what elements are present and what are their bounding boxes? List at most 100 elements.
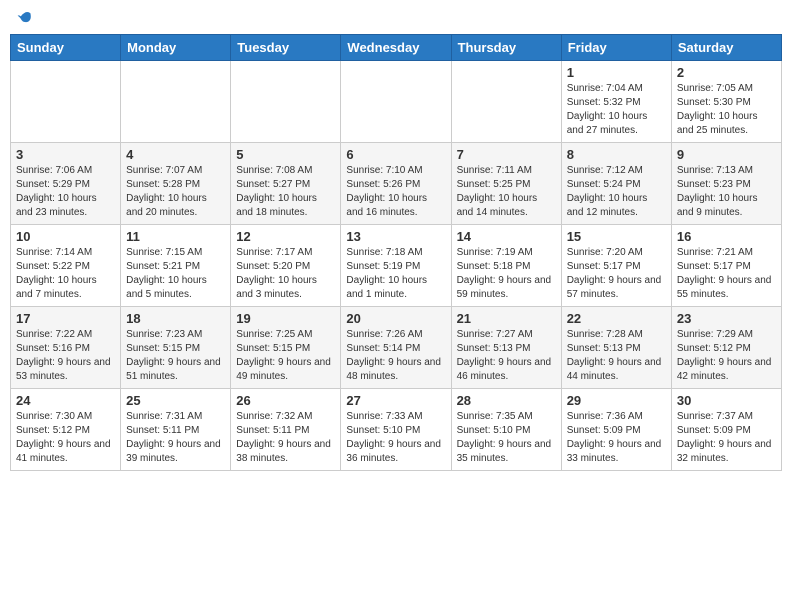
day-number: 18 xyxy=(126,311,225,326)
calendar-cell: 2 Sunrise: 7:05 AM Sunset: 5:30 PM Daylig… xyxy=(671,61,781,143)
day-number: 30 xyxy=(677,393,776,408)
day-info: Sunrise: 7:27 AM Sunset: 5:13 PM Dayligh… xyxy=(457,328,556,384)
day-info: Sunrise: 7:18 AM Sunset: 5:19 PM Dayligh… xyxy=(346,246,445,302)
day-number: 3 xyxy=(16,147,115,162)
day-number: 20 xyxy=(346,311,445,326)
day-info: Sunrise: 7:32 AM Sunset: 5:11 PM Dayligh… xyxy=(236,410,335,466)
day-info: Sunrise: 7:35 AM Sunset: 5:10 PM Dayligh… xyxy=(457,410,556,466)
day-header-saturday: Saturday xyxy=(671,35,781,61)
calendar-cell: 9 Sunrise: 7:13 AM Sunset: 5:23 PM Daylig… xyxy=(671,143,781,225)
day-number: 9 xyxy=(677,147,776,162)
day-number: 8 xyxy=(567,147,666,162)
day-info: Sunrise: 7:36 AM Sunset: 5:09 PM Dayligh… xyxy=(567,410,666,466)
day-info: Sunrise: 7:25 AM Sunset: 5:15 PM Dayligh… xyxy=(236,328,335,384)
day-number: 14 xyxy=(457,229,556,244)
day-info: Sunrise: 7:15 AM Sunset: 5:21 PM Dayligh… xyxy=(126,246,225,302)
calendar-cell: 30 Sunrise: 7:37 AM Sunset: 5:09 PM Dayli… xyxy=(671,389,781,471)
calendar-cell: 19 Sunrise: 7:25 AM Sunset: 5:15 PM Dayli… xyxy=(231,307,341,389)
calendar-cell: 14Sunrise: 7:19 AM Sunset: 5:18 PM Dayli… xyxy=(451,225,561,307)
calendar-cell: 25 Sunrise: 7:31 AM Sunset: 5:11 PM Dayli… xyxy=(121,389,231,471)
calendar-cell: 1 Sunrise: 7:04 AM Sunset: 5:32 PM Daylig… xyxy=(561,61,671,143)
day-info: Sunrise: 7:07 AM Sunset: 5:28 PM Dayligh… xyxy=(126,164,225,220)
day-header-sunday: Sunday xyxy=(11,35,121,61)
day-number: 15 xyxy=(567,229,666,244)
day-info: Sunrise: 7:23 AM Sunset: 5:15 PM Dayligh… xyxy=(126,328,225,384)
day-info: Sunrise: 7:31 AM Sunset: 5:11 PM Dayligh… xyxy=(126,410,225,466)
week-row-5: 24Sunrise: 7:30 AM Sunset: 5:12 PM Dayli… xyxy=(11,389,782,471)
week-row-2: 3 Sunrise: 7:06 AM Sunset: 5:29 PM Daylig… xyxy=(11,143,782,225)
calendar-cell: 10 Sunrise: 7:14 AM Sunset: 5:22 PM Dayli… xyxy=(11,225,121,307)
calendar-header-row: SundayMondayTuesdayWednesdayThursdayFrid… xyxy=(11,35,782,61)
day-number: 16 xyxy=(677,229,776,244)
day-number: 5 xyxy=(236,147,335,162)
calendar-cell xyxy=(341,61,451,143)
day-info: Sunrise: 7:29 AM Sunset: 5:12 PM Dayligh… xyxy=(677,328,776,384)
calendar-cell: 3 Sunrise: 7:06 AM Sunset: 5:29 PM Daylig… xyxy=(11,143,121,225)
day-number: 4 xyxy=(126,147,225,162)
day-info: Sunrise: 7:11 AM Sunset: 5:25 PM Dayligh… xyxy=(457,164,556,220)
day-info: Sunrise: 7:33 AM Sunset: 5:10 PM Dayligh… xyxy=(346,410,445,466)
day-number: 2 xyxy=(677,65,776,80)
day-info: Sunrise: 7:08 AM Sunset: 5:27 PM Dayligh… xyxy=(236,164,335,220)
day-info: Sunrise: 7:06 AM Sunset: 5:29 PM Dayligh… xyxy=(16,164,115,220)
calendar-cell: 20 Sunrise: 7:26 AM Sunset: 5:14 PM Dayli… xyxy=(341,307,451,389)
calendar-cell: 13Sunrise: 7:18 AM Sunset: 5:19 PM Dayli… xyxy=(341,225,451,307)
calendar-cell: 24Sunrise: 7:30 AM Sunset: 5:12 PM Dayli… xyxy=(11,389,121,471)
day-header-tuesday: Tuesday xyxy=(231,35,341,61)
week-row-4: 17 Sunrise: 7:22 AM Sunset: 5:16 PM Dayli… xyxy=(11,307,782,389)
day-number: 7 xyxy=(457,147,556,162)
day-info: Sunrise: 7:22 AM Sunset: 5:16 PM Dayligh… xyxy=(16,328,115,384)
day-info: Sunrise: 7:26 AM Sunset: 5:14 PM Dayligh… xyxy=(346,328,445,384)
week-row-3: 10 Sunrise: 7:14 AM Sunset: 5:22 PM Dayli… xyxy=(11,225,782,307)
day-number: 26 xyxy=(236,393,335,408)
day-number: 19 xyxy=(236,311,335,326)
day-number: 23 xyxy=(677,311,776,326)
day-info: Sunrise: 7:17 AM Sunset: 5:20 PM Dayligh… xyxy=(236,246,335,302)
calendar-cell: 18 Sunrise: 7:23 AM Sunset: 5:15 PM Dayli… xyxy=(121,307,231,389)
calendar-cell: 22 Sunrise: 7:28 AM Sunset: 5:13 PM Dayli… xyxy=(561,307,671,389)
day-header-wednesday: Wednesday xyxy=(341,35,451,61)
calendar-cell xyxy=(121,61,231,143)
calendar-cell: 17 Sunrise: 7:22 AM Sunset: 5:16 PM Dayli… xyxy=(11,307,121,389)
calendar-cell xyxy=(231,61,341,143)
calendar-cell: 8Sunrise: 7:12 AM Sunset: 5:24 PM Daylig… xyxy=(561,143,671,225)
calendar-cell: 23 Sunrise: 7:29 AM Sunset: 5:12 PM Dayli… xyxy=(671,307,781,389)
calendar-cell: 7 Sunrise: 7:11 AM Sunset: 5:25 PM Daylig… xyxy=(451,143,561,225)
day-info: Sunrise: 7:04 AM Sunset: 5:32 PM Dayligh… xyxy=(567,82,666,138)
day-number: 1 xyxy=(567,65,666,80)
day-info: Sunrise: 7:28 AM Sunset: 5:13 PM Dayligh… xyxy=(567,328,666,384)
calendar-cell: 12 Sunrise: 7:17 AM Sunset: 5:20 PM Dayli… xyxy=(231,225,341,307)
day-header-monday: Monday xyxy=(121,35,231,61)
calendar-cell xyxy=(11,61,121,143)
page-header xyxy=(10,10,782,26)
day-header-thursday: Thursday xyxy=(451,35,561,61)
calendar-cell: 27Sunrise: 7:33 AM Sunset: 5:10 PM Dayli… xyxy=(341,389,451,471)
day-number: 25 xyxy=(126,393,225,408)
calendar-cell: 4 Sunrise: 7:07 AM Sunset: 5:28 PM Daylig… xyxy=(121,143,231,225)
day-header-friday: Friday xyxy=(561,35,671,61)
day-number: 10 xyxy=(16,229,115,244)
calendar-cell: 21 Sunrise: 7:27 AM Sunset: 5:13 PM Dayli… xyxy=(451,307,561,389)
week-row-1: 1 Sunrise: 7:04 AM Sunset: 5:32 PM Daylig… xyxy=(11,61,782,143)
calendar-cell: 29Sunrise: 7:36 AM Sunset: 5:09 PM Dayli… xyxy=(561,389,671,471)
day-info: Sunrise: 7:10 AM Sunset: 5:26 PM Dayligh… xyxy=(346,164,445,220)
day-number: 28 xyxy=(457,393,556,408)
calendar-cell: 5 Sunrise: 7:08 AM Sunset: 5:27 PM Daylig… xyxy=(231,143,341,225)
day-info: Sunrise: 7:14 AM Sunset: 5:22 PM Dayligh… xyxy=(16,246,115,302)
calendar-table: SundayMondayTuesdayWednesdayThursdayFrid… xyxy=(10,34,782,471)
day-info: Sunrise: 7:05 AM Sunset: 5:30 PM Dayligh… xyxy=(677,82,776,138)
day-info: Sunrise: 7:37 AM Sunset: 5:09 PM Dayligh… xyxy=(677,410,776,466)
day-info: Sunrise: 7:30 AM Sunset: 5:12 PM Dayligh… xyxy=(16,410,115,466)
calendar-cell: 15Sunrise: 7:20 AM Sunset: 5:17 PM Dayli… xyxy=(561,225,671,307)
day-number: 17 xyxy=(16,311,115,326)
logo-bird-icon xyxy=(16,10,32,26)
day-number: 11 xyxy=(126,229,225,244)
day-number: 22 xyxy=(567,311,666,326)
calendar-cell: 26 Sunrise: 7:32 AM Sunset: 5:11 PM Dayli… xyxy=(231,389,341,471)
calendar-cell: 6Sunrise: 7:10 AM Sunset: 5:26 PM Daylig… xyxy=(341,143,451,225)
day-number: 12 xyxy=(236,229,335,244)
day-info: Sunrise: 7:21 AM Sunset: 5:17 PM Dayligh… xyxy=(677,246,776,302)
day-info: Sunrise: 7:13 AM Sunset: 5:23 PM Dayligh… xyxy=(677,164,776,220)
day-number: 21 xyxy=(457,311,556,326)
calendar-cell: 11 Sunrise: 7:15 AM Sunset: 5:21 PM Dayli… xyxy=(121,225,231,307)
